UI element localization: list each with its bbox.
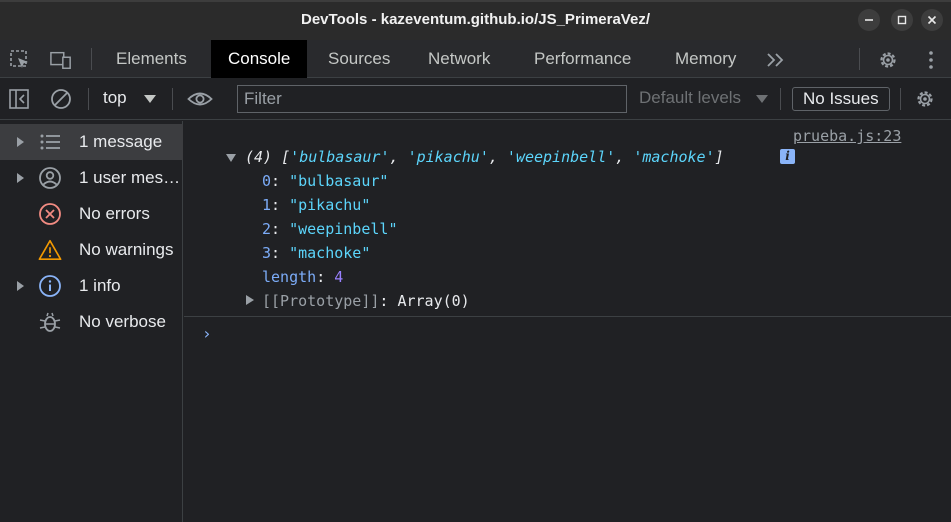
array-entry: 3: "machoke"	[262, 244, 371, 262]
log-levels-dropdown[interactable]: Default levels	[639, 88, 741, 108]
close-button[interactable]	[921, 9, 943, 31]
sidebar-item-messages[interactable]: 1 message	[0, 124, 183, 160]
expand-arrow-icon[interactable]	[17, 173, 24, 183]
device-toolbar-icon[interactable]	[50, 49, 72, 71]
maximize-icon	[897, 15, 907, 25]
list-icon	[38, 130, 62, 154]
array-entry: 2: "weepinbell"	[262, 220, 398, 238]
toolbar-separator	[900, 88, 901, 110]
array-entry-value: bulbasaur	[298, 172, 380, 190]
tab-sources[interactable]: Sources	[311, 40, 407, 78]
sidebar-item-label: 1 info	[79, 276, 121, 295]
minimize-button[interactable]	[858, 9, 880, 31]
context-selector[interactable]: top	[103, 88, 127, 108]
devtools-tabbar: Elements Console Sources Network Perform…	[0, 40, 951, 78]
array-entry: 1: "pikachu"	[262, 196, 371, 214]
toolbar-separator	[859, 48, 860, 70]
settings-gear-icon[interactable]	[877, 49, 899, 71]
sidebar-item-label: 1 user messages	[79, 168, 181, 187]
prototype-value: Array(0)	[397, 292, 470, 310]
sidebar-item-errors[interactable]: No errors	[0, 196, 183, 232]
chevron-down-icon	[144, 95, 156, 103]
toolbar-separator	[172, 88, 173, 110]
tab-console[interactable]: Console	[211, 40, 308, 78]
array-count: (4)	[245, 148, 273, 166]
info-icon	[38, 274, 62, 298]
collapse-arrow-icon[interactable]	[226, 154, 236, 162]
tab-elements[interactable]: Elements	[99, 40, 204, 78]
array-preview-item: pikachu	[416, 148, 480, 166]
clear-console-icon[interactable]	[50, 88, 72, 110]
console-settings-gear-icon[interactable]	[914, 88, 936, 110]
array-preview-item: bulbasaur	[299, 148, 381, 166]
expand-arrow-icon[interactable]	[17, 281, 24, 291]
issues-button[interactable]: No Issues	[792, 87, 890, 111]
array-preview-item: machoke	[642, 148, 706, 166]
length-key: length	[262, 268, 317, 286]
array-summary[interactable]: (4) ['bulbasaur', 'pikachu', 'weepinbell…	[245, 148, 724, 166]
inspect-element-icon[interactable]	[9, 49, 31, 71]
sidebar-item-label: No verbose	[79, 312, 166, 331]
prototype-key: [[Prototype]]	[262, 292, 380, 310]
tab-performance[interactable]: Performance	[517, 40, 648, 78]
expand-arrow-icon[interactable]	[246, 295, 254, 305]
array-entry-value: weepinbell	[298, 220, 389, 238]
console-message: prueba.js:23 (4) ['bulbasaur', 'pikachu'…	[184, 121, 951, 317]
titlebar-stripe	[0, 0, 951, 2]
source-link[interactable]: prueba.js:23	[793, 127, 901, 145]
warning-icon	[38, 238, 62, 262]
array-entry-value: machoke	[298, 244, 362, 262]
maximize-button[interactable]	[891, 9, 913, 31]
filter-input[interactable]	[237, 85, 627, 113]
toolbar-separator	[88, 88, 89, 110]
close-icon	[927, 15, 937, 25]
user-icon	[38, 166, 62, 190]
more-options-icon[interactable]	[920, 49, 942, 71]
length-value: 4	[334, 268, 344, 286]
array-preview-item: weepinbell	[515, 148, 607, 166]
bug-icon	[38, 310, 62, 334]
console-prompt-icon[interactable]: ›	[202, 324, 212, 343]
window-title: DevTools - kazeventum.github.io/JS_Prime…	[301, 11, 650, 28]
more-tabs-icon[interactable]	[765, 49, 787, 71]
window-titlebar: DevTools - kazeventum.github.io/JS_Prime…	[0, 0, 951, 40]
sidebar-toggle-icon[interactable]	[8, 88, 30, 110]
console-output: prueba.js:23 (4) ['bulbasaur', 'pikachu'…	[184, 121, 951, 522]
chevron-down-icon	[756, 95, 768, 103]
sidebar-item-warnings[interactable]: No warnings	[0, 232, 183, 268]
sidebar-item-label: 1 message	[79, 132, 163, 151]
array-entry: 0: "bulbasaur"	[262, 172, 389, 190]
tab-network[interactable]: Network	[411, 40, 507, 78]
console-sidebar: 1 message 1 user messages No errors No w…	[0, 121, 183, 522]
expand-arrow-icon[interactable]	[17, 137, 24, 147]
toolbar-separator	[91, 48, 92, 70]
sidebar-item-verbose[interactable]: No verbose	[0, 304, 183, 340]
minimize-icon	[865, 19, 873, 21]
tab-memory[interactable]: Memory	[658, 40, 753, 78]
sidebar-item-user-messages[interactable]: 1 user messages	[0, 160, 183, 196]
sidebar-item-label: No warnings	[79, 240, 174, 259]
toolbar-separator	[780, 88, 781, 110]
array-entry-value: pikachu	[298, 196, 362, 214]
info-badge-icon[interactable]: i	[780, 149, 795, 164]
sidebar-item-info[interactable]: 1 info	[0, 268, 183, 304]
array-length: length: 4	[262, 268, 344, 286]
sidebar-item-label: No errors	[79, 204, 150, 223]
error-icon	[38, 202, 62, 226]
console-toolbar: top Default levels No Issues	[0, 78, 951, 120]
prototype-entry[interactable]: [[Prototype]]: Array(0)	[262, 292, 470, 310]
eye-icon[interactable]	[187, 88, 213, 110]
